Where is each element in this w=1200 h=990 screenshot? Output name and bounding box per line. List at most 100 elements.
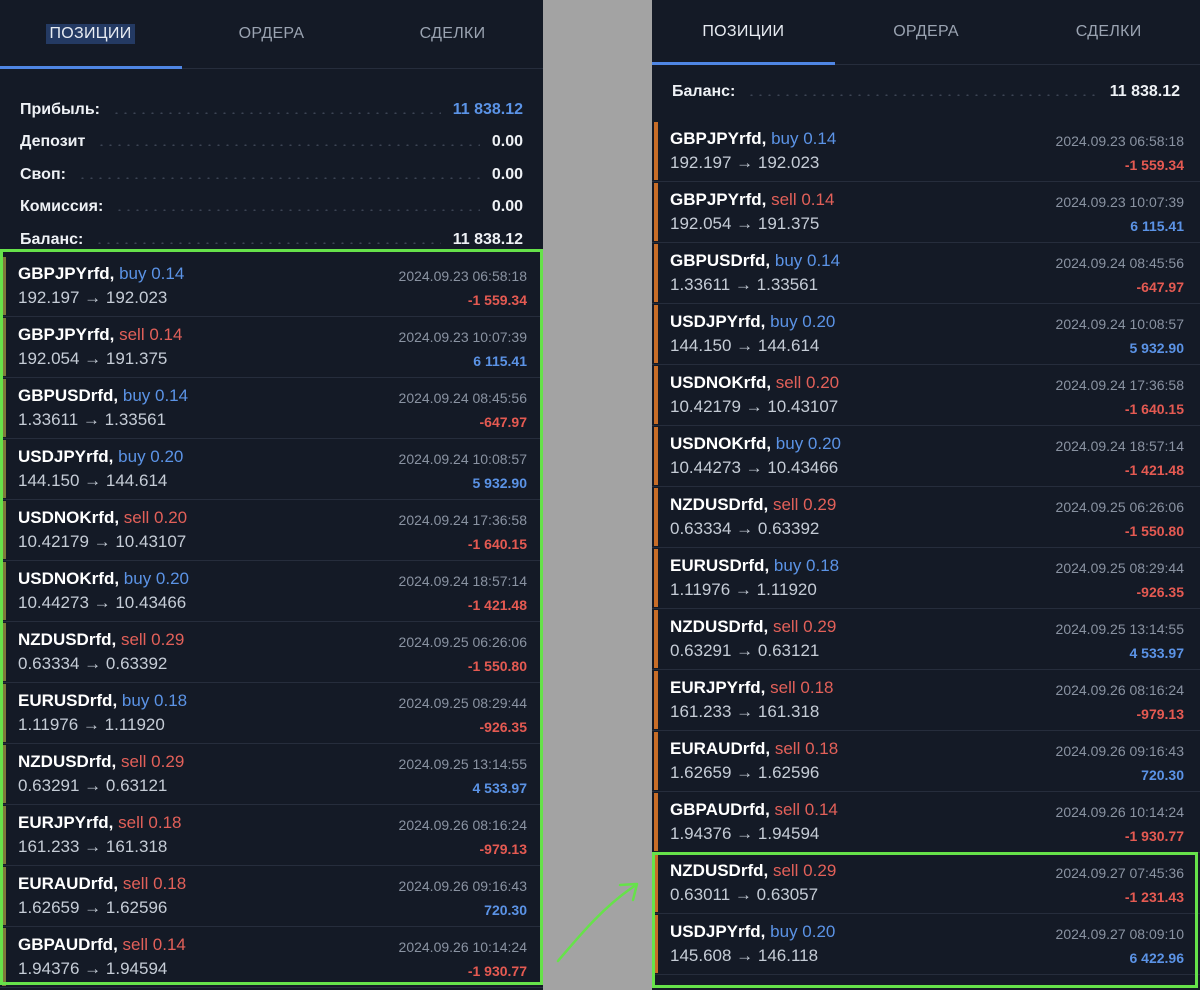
trade-row[interactable]: NZDUSDrfd, sell 0.29 0.63291 → 0.63121 202… — [0, 744, 543, 805]
trade-price: 0.63334 → 0.63392 — [670, 519, 820, 538]
tab-positions[interactable]: ПОЗИЦИИ — [0, 0, 181, 68]
symbol-text: EURJPYrfd, — [18, 813, 114, 832]
symbol-text: GBPUSDrfd, — [670, 251, 771, 270]
summary-label: Своп: — [20, 166, 66, 183]
trade-direction: buy 0.14 — [119, 264, 185, 283]
symbol-text: GBPJPYrfd, — [670, 129, 767, 148]
tab-positions[interactable]: ПОЗИЦИИ — [652, 0, 835, 64]
trade-row[interactable]: USDNOKrfd, sell 0.20 10.42179 → 10.43107 2… — [652, 365, 1200, 426]
trade-date: 2024.09.25 06:26:06 — [398, 634, 527, 650]
trade-profit: 5 932.90 — [472, 475, 528, 491]
summary-value: 11 838.12 — [452, 101, 523, 118]
trade-direction: sell 0.18 — [770, 678, 834, 697]
trade-price: 10.42179 → 10.43107 — [670, 397, 839, 416]
trade-row[interactable]: USDNOKrfd, sell 0.20 10.42179 → 10.43107 2… — [0, 500, 543, 561]
trade-row[interactable]: NZDUSDrfd, sell 0.29 0.63011 → 0.63057 202… — [652, 853, 1200, 914]
position-marker — [2, 257, 6, 315]
trade-row[interactable]: GBPUSDrfd, buy 0.14 1.33611 → 1.33561 2024… — [652, 243, 1200, 304]
tab-orders[interactable]: ОРДЕРА — [181, 0, 362, 68]
tab-deals[interactable]: СДЕЛКИ — [1017, 0, 1200, 64]
trade-symbol: GBPJPYrfd, sell 0.14 — [18, 325, 182, 345]
trade-row[interactable]: NZDUSDrfd, sell 0.29 0.63334 → 0.63392 202… — [0, 622, 543, 683]
trade-symbol: USDJPYrfd, buy 0.20 — [670, 312, 835, 332]
position-marker — [654, 427, 658, 485]
trade-date: 2024.09.26 10:14:24 — [1055, 804, 1184, 820]
symbol-text: GBPUSDrfd, — [18, 386, 119, 405]
summary-row-balance: Баланс: 11 838.12 — [20, 228, 523, 252]
position-marker — [654, 366, 658, 424]
trade-direction: sell 0.14 — [119, 325, 183, 344]
trade-row[interactable]: EURJPYrfd, sell 0.18 161.233 → 161.318 202… — [652, 670, 1200, 731]
trade-profit: 4 533.97 — [472, 780, 528, 796]
left-screenshot-panel: ПОЗИЦИИ ОРДЕРА СДЕЛКИ Прибыль: 11 838.12… — [0, 0, 543, 990]
position-marker — [2, 745, 6, 803]
trade-row[interactable]: USDNOKrfd, buy 0.20 10.44273 → 10.43466 20… — [652, 426, 1200, 487]
trade-date: 2024.09.26 09:16:43 — [1055, 743, 1184, 759]
tab-deals[interactable]: СДЕЛКИ — [362, 0, 543, 68]
trade-profit: -1 930.77 — [1124, 828, 1184, 844]
tab-bar: ПОЗИЦИИ ОРДЕРА СДЕЛКИ — [0, 0, 543, 69]
trade-symbol: EURUSDrfd, buy 0.18 — [18, 691, 187, 711]
tab-deals-label: СДЕЛКИ — [419, 25, 486, 42]
trade-profit: -926.35 — [479, 719, 527, 735]
trade-direction: buy 0.20 — [770, 922, 836, 941]
trade-profit: -979.13 — [1136, 706, 1184, 722]
trade-price: 145.608 → 146.118 — [670, 946, 819, 965]
trade-row[interactable]: EURUSDrfd, buy 0.18 1.11976 → 1.11920 2024… — [652, 548, 1200, 609]
trade-symbol: USDNOKrfd, sell 0.20 — [670, 373, 839, 393]
trade-price: 161.233 → 161.318 — [670, 702, 820, 721]
trade-row[interactable]: GBPJPYrfd, buy 0.14 192.197 → 192.023 2024… — [652, 121, 1200, 182]
position-marker — [654, 488, 658, 546]
trade-date: 2024.09.24 18:57:14 — [1055, 438, 1184, 454]
tab-orders[interactable]: ОРДЕРА — [835, 0, 1018, 64]
dotted-leader — [77, 177, 480, 179]
summary-value: 11 838.12 — [452, 231, 523, 248]
trade-row[interactable]: USDJPYrfd, buy 0.20 145.608 → 146.118 2024… — [652, 914, 1200, 975]
trade-direction: sell 0.29 — [772, 617, 837, 636]
trade-row[interactable]: EURAUDrfd, sell 0.18 1.62659 → 1.62596 202… — [652, 731, 1200, 792]
trade-symbol: EURJPYrfd, sell 0.18 — [18, 813, 181, 833]
position-marker — [654, 610, 658, 668]
trade-row[interactable]: GBPJPYrfd, buy 0.14 192.197 → 192.023 2024… — [0, 256, 543, 317]
symbol-text: USDNOKrfd, — [670, 373, 772, 392]
trade-price: 1.62659 → 1.62596 — [18, 898, 168, 917]
dotted-leader — [95, 242, 441, 244]
trade-profit: -1 421.48 — [467, 597, 527, 613]
trade-row[interactable]: EURAUDrfd, sell 0.18 1.62659 → 1.62596 202… — [0, 866, 543, 927]
position-marker — [2, 684, 6, 742]
trade-direction: buy 0.20 — [123, 569, 190, 588]
trade-row[interactable]: GBPUSDrfd, buy 0.14 1.33611 → 1.33561 2024… — [0, 378, 543, 439]
trade-row[interactable]: GBPJPYrfd, sell 0.14 192.054 → 191.375 202… — [0, 317, 543, 378]
position-marker — [2, 928, 6, 986]
trade-row[interactable]: GBPAUDrfd, sell 0.14 1.94376 → 1.94594 202… — [0, 927, 543, 988]
position-marker — [2, 562, 6, 620]
trade-row[interactable]: GBPJPYrfd, sell 0.14 192.054 → 191.375 202… — [652, 182, 1200, 243]
trade-row[interactable]: USDJPYrfd, buy 0.20 144.150 → 144.614 2024… — [652, 304, 1200, 365]
trade-price: 1.94376 → 1.94594 — [670, 824, 820, 843]
trade-symbol: GBPAUDrfd, sell 0.14 — [18, 935, 186, 955]
trade-row[interactable]: EURJPYrfd, sell 0.18 161.233 → 161.318 202… — [0, 805, 543, 866]
trade-symbol: USDJPYrfd, buy 0.20 — [18, 447, 183, 467]
trade-symbol: NZDUSDrfd, sell 0.29 — [670, 495, 836, 515]
trade-row[interactable]: EURUSDrfd, buy 0.18 1.11976 → 1.11920 2024… — [0, 683, 543, 744]
trade-symbol: GBPJPYrfd, buy 0.14 — [670, 129, 836, 149]
summary-row-profit: Прибыль: 11 838.12 — [20, 98, 523, 122]
tab-positions-label: ПОЗИЦИИ — [702, 23, 785, 40]
trade-profit: 6 115.41 — [473, 353, 527, 369]
summary-row-balance: Баланс: 11 838.12 — [672, 80, 1180, 104]
position-marker — [2, 440, 6, 498]
symbol-text: USDJPYrfd, — [18, 447, 114, 466]
trade-row[interactable]: NZDUSDrfd, sell 0.29 0.63334 → 0.63392 202… — [652, 487, 1200, 548]
position-marker — [654, 854, 658, 912]
trade-profit: -1 550.80 — [467, 658, 527, 674]
trade-price: 192.054 → 191.375 — [18, 349, 168, 368]
dotted-leader — [97, 144, 480, 146]
trade-price: 192.197 → 192.023 — [670, 153, 820, 172]
trade-row[interactable]: USDJPYrfd, buy 0.20 144.150 → 144.614 2024… — [0, 439, 543, 500]
trade-row[interactable]: GBPAUDrfd, sell 0.14 1.94376 → 1.94594 202… — [652, 792, 1200, 853]
trade-date: 2024.09.26 08:16:24 — [1055, 682, 1184, 698]
trade-price: 1.11976 → 1.11920 — [670, 580, 817, 599]
trade-date: 2024.09.24 08:45:56 — [398, 390, 527, 406]
trade-row[interactable]: NZDUSDrfd, sell 0.29 0.63291 → 0.63121 202… — [652, 609, 1200, 670]
trade-row[interactable]: USDNOKrfd, buy 0.20 10.44273 → 10.43466 20… — [0, 561, 543, 622]
